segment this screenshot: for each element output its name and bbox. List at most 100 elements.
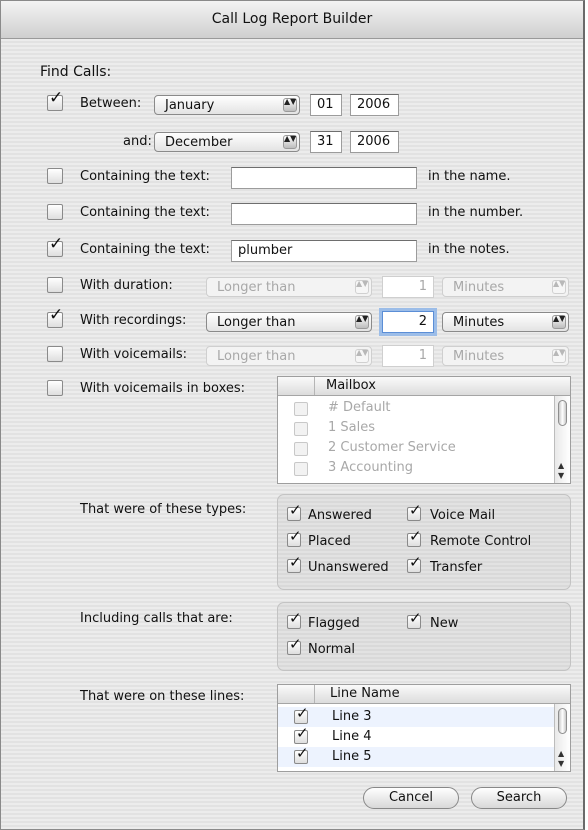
unanswered-checkbox[interactable]: ✓ xyxy=(287,555,302,573)
lines-scrollbar[interactable]: ▲ ▼ xyxy=(554,704,570,771)
table-row[interactable]: ✓ Line 5 xyxy=(278,746,555,767)
scroll-thumb[interactable] xyxy=(558,708,567,734)
mailbox-table-header: Mailbox xyxy=(278,377,570,396)
title-bar[interactable]: Call Log Report Builder xyxy=(1,1,583,39)
check-icon: ✓ xyxy=(49,305,64,325)
line-name: Line 4 xyxy=(332,729,372,744)
popup-arrows-icon: ▲▼ xyxy=(355,280,369,294)
cancel-button[interactable]: Cancel xyxy=(363,787,459,809)
table-row[interactable]: ✓ Line 4 xyxy=(278,726,555,747)
answered-checkbox[interactable]: ✓ xyxy=(287,503,302,521)
recordings-label: With recordings: xyxy=(80,313,187,328)
voicemails-comparator-popup[interactable]: Longer than ▲▼ xyxy=(206,346,372,366)
name-text-field[interactable] xyxy=(231,167,417,189)
duration-checkbox[interactable] xyxy=(47,277,63,293)
start-year-field[interactable]: 2006 xyxy=(350,94,399,116)
scroll-down-icon[interactable]: ▼ xyxy=(558,472,564,480)
duration-comparator-value: Longer than xyxy=(217,280,296,295)
placed-checkbox[interactable]: ✓ xyxy=(287,529,302,547)
start-month-popup[interactable]: January ▲▼ xyxy=(154,95,300,115)
lines-label: That were on these lines: xyxy=(80,689,245,704)
answered-label: Answered xyxy=(308,508,372,523)
line-row-checkbox[interactable]: ✓ xyxy=(294,706,309,724)
voicemails-checkbox[interactable] xyxy=(47,346,63,362)
duration-amount-field[interactable]: 1 xyxy=(382,276,434,298)
and-label: and: xyxy=(123,134,152,149)
search-button[interactable]: Search xyxy=(471,787,567,809)
line-name-column-header[interactable]: Line Name xyxy=(330,686,400,701)
end-year-field[interactable]: 2006 xyxy=(350,131,399,153)
mailbox-column-header[interactable]: Mailbox xyxy=(326,378,376,393)
check-icon: ✓ xyxy=(409,553,422,571)
check-icon: ✓ xyxy=(289,609,302,627)
check-icon: ✓ xyxy=(296,724,309,742)
mailbox-name: 2 Customer Service xyxy=(328,440,456,455)
scroll-up-icon[interactable]: ▲ xyxy=(558,750,564,758)
mailbox-scrollbar[interactable]: ▲ ▼ xyxy=(554,396,570,483)
check-icon: ✓ xyxy=(289,501,302,519)
notes-text-checkbox[interactable]: ✓ xyxy=(47,236,63,257)
name-text-checkbox[interactable] xyxy=(47,168,63,184)
flagged-checkbox[interactable]: ✓ xyxy=(287,611,302,629)
end-month-value: December xyxy=(165,135,233,150)
mailbox-row-checkbox[interactable] xyxy=(294,462,308,476)
check-icon: ✓ xyxy=(409,609,422,627)
transfer-label: Transfer xyxy=(430,560,483,575)
start-day-field[interactable]: 01 xyxy=(310,94,342,116)
check-icon: ✓ xyxy=(289,635,302,653)
number-text-checkbox[interactable] xyxy=(47,204,63,220)
duration-label: With duration: xyxy=(80,278,173,293)
mailbox-row-checkbox[interactable] xyxy=(294,422,308,436)
mailbox-row-checkbox[interactable] xyxy=(294,442,308,456)
line-row-checkbox[interactable]: ✓ xyxy=(294,726,309,744)
table-row[interactable]: ✓ Line 3 xyxy=(278,706,555,727)
voice-mail-checkbox[interactable]: ✓ xyxy=(407,503,422,521)
number-text-field[interactable] xyxy=(231,203,417,225)
report-builder-window: Call Log Report Builder Find Calls: ✓ Be… xyxy=(0,0,585,830)
duration-unit-value: Minutes xyxy=(453,280,505,295)
scroll-thumb[interactable] xyxy=(558,400,567,426)
voicemails-amount-field[interactable]: 1 xyxy=(382,345,434,367)
popup-arrows-icon: ▲▼ xyxy=(283,98,297,112)
table-row[interactable]: 2 Customer Service xyxy=(278,439,555,459)
line-row-checkbox[interactable]: ✓ xyxy=(294,746,309,764)
transfer-checkbox[interactable]: ✓ xyxy=(407,555,422,573)
mailbox-table[interactable]: Mailbox # Default 1 Sales 2 Customer Ser… xyxy=(277,376,571,484)
notes-text-label: Containing the text: xyxy=(80,242,210,257)
check-icon: ✓ xyxy=(49,88,64,108)
recordings-amount-field[interactable]: 2 xyxy=(382,311,434,333)
check-icon: ✓ xyxy=(49,234,64,254)
recordings-checkbox[interactable]: ✓ xyxy=(47,307,63,328)
popup-arrows-icon: ▲▼ xyxy=(552,349,566,363)
duration-unit-popup[interactable]: Minutes ▲▼ xyxy=(442,277,569,297)
including-group: ✓ Flagged ✓ New ✓ Normal xyxy=(277,602,571,671)
notes-text-suffix: in the notes. xyxy=(428,242,510,257)
popup-arrows-icon: ▲▼ xyxy=(355,315,369,329)
remote-control-label: Remote Control xyxy=(430,534,532,549)
notes-text-field[interactable]: plumber xyxy=(231,240,417,262)
recordings-comparator-popup[interactable]: Longer than ▲▼ xyxy=(206,312,372,332)
table-row[interactable]: 1 Sales xyxy=(278,419,555,439)
popup-arrows-icon: ▲▼ xyxy=(355,349,369,363)
number-text-label: Containing the text: xyxy=(80,205,210,220)
end-day-field[interactable]: 31 xyxy=(310,131,342,153)
voicemail-boxes-checkbox[interactable] xyxy=(47,380,63,396)
start-month-value: January xyxy=(165,98,215,113)
new-checkbox[interactable]: ✓ xyxy=(407,611,422,629)
recordings-unit-popup[interactable]: Minutes ▲▼ xyxy=(442,312,569,332)
table-row[interactable]: 3 Accounting xyxy=(278,459,555,479)
duration-comparator-popup[interactable]: Longer than ▲▼ xyxy=(206,277,372,297)
scroll-down-icon[interactable]: ▼ xyxy=(558,760,564,768)
between-checkbox[interactable]: ✓ xyxy=(47,90,63,111)
types-group: ✓ Answered ✓ Voice Mail ✓ Placed ✓ Remot… xyxy=(277,494,571,590)
remote-control-checkbox[interactable]: ✓ xyxy=(407,529,422,547)
table-row[interactable]: # Default xyxy=(278,399,555,419)
mailbox-row-checkbox[interactable] xyxy=(294,402,308,416)
placed-label: Placed xyxy=(308,534,351,549)
normal-checkbox[interactable]: ✓ xyxy=(287,637,302,655)
voicemails-unit-popup[interactable]: Minutes ▲▼ xyxy=(442,346,569,366)
end-month-popup[interactable]: December ▲▼ xyxy=(154,132,300,152)
recordings-comparator-value: Longer than xyxy=(217,315,296,330)
lines-table[interactable]: Line Name ✓ Line 3 ✓ Line 4 ✓ Line 5 ▲ ▼ xyxy=(277,684,571,772)
scroll-up-icon[interactable]: ▲ xyxy=(558,462,564,470)
